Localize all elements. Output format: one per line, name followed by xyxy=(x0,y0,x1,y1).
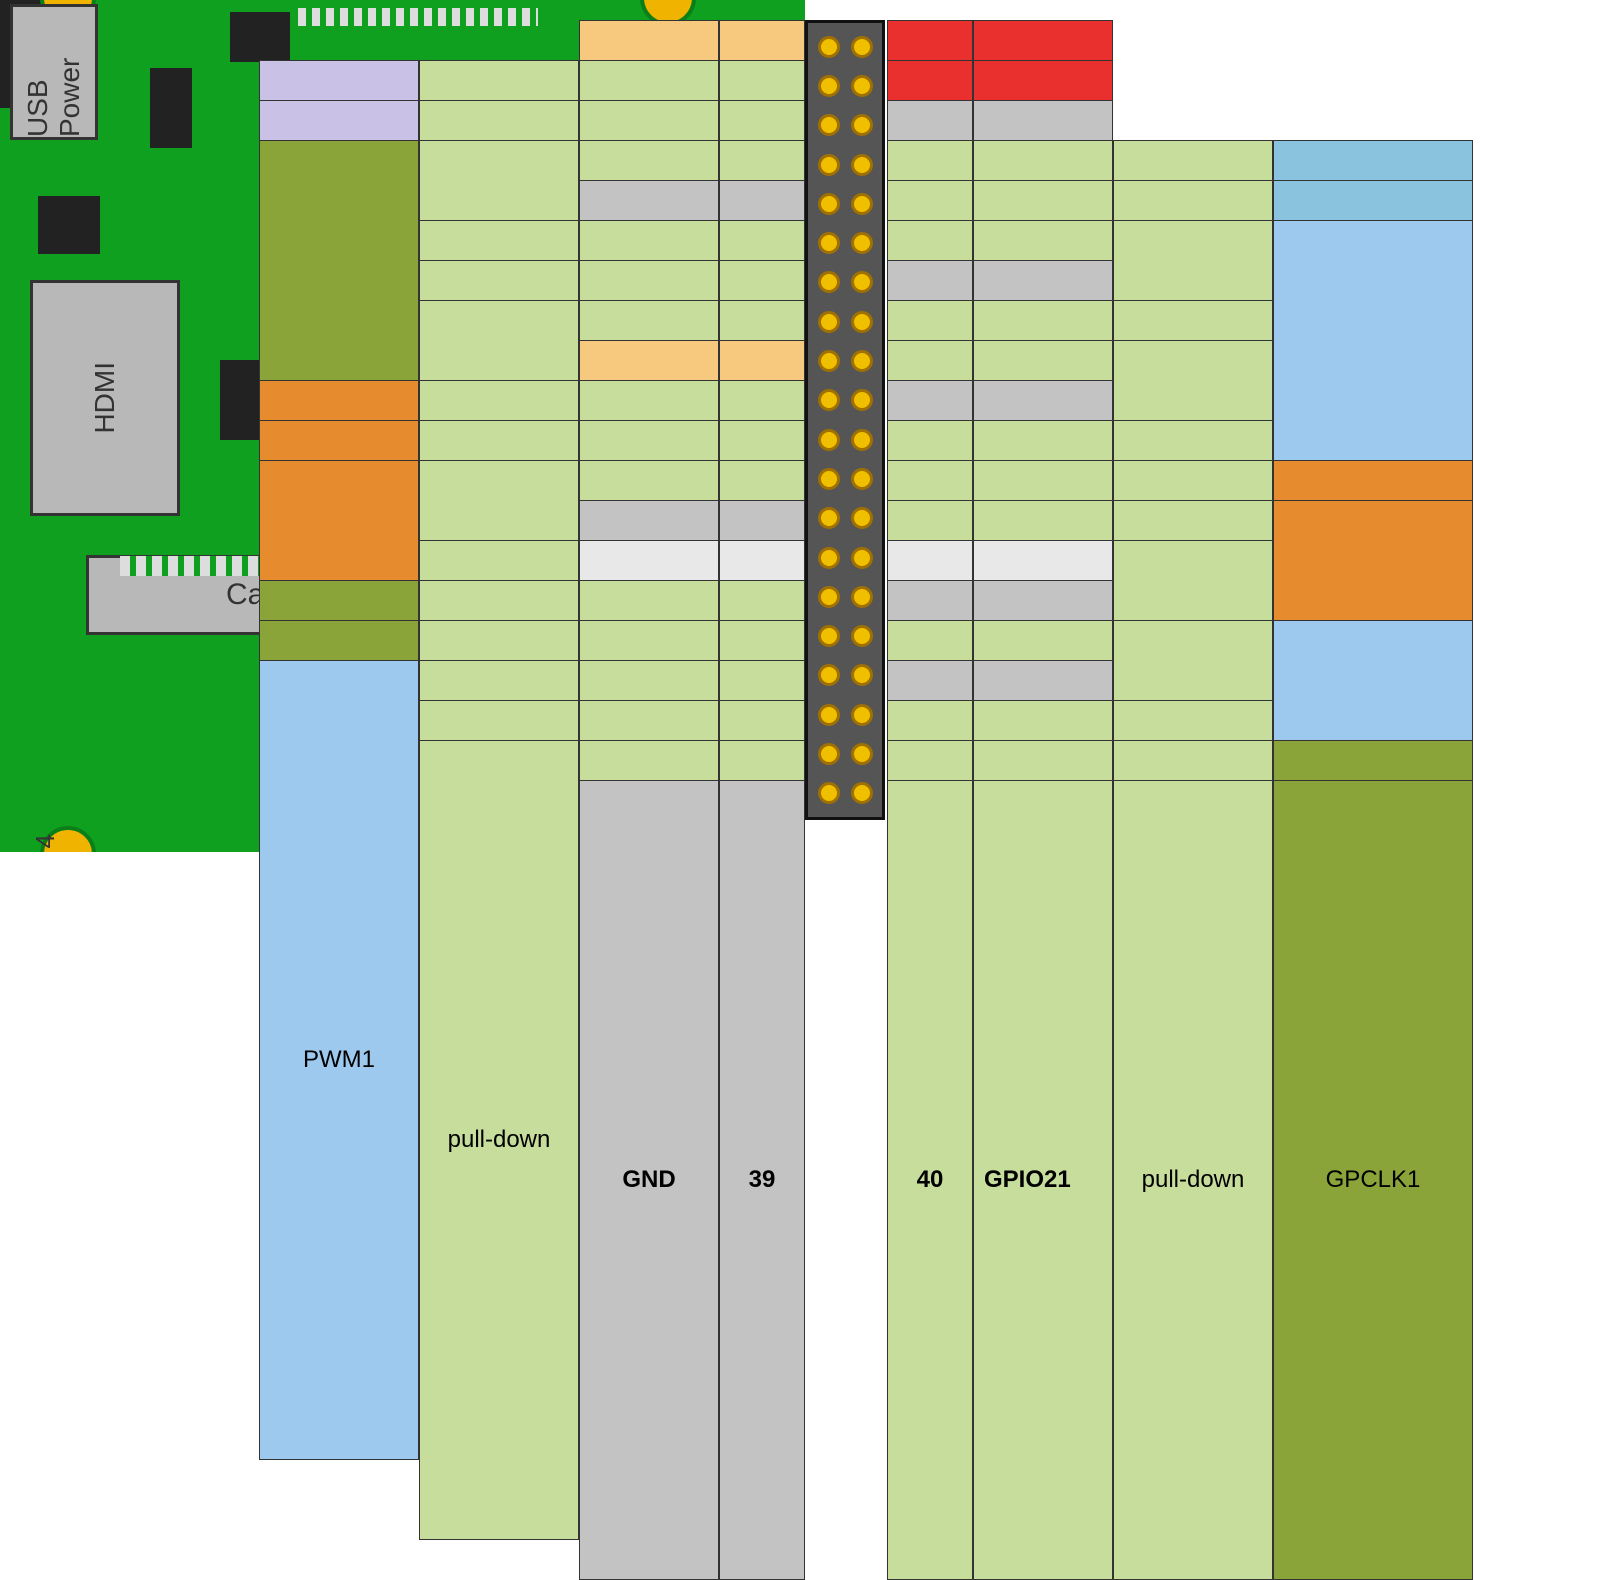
pin-right-pull: pull-down xyxy=(1113,780,1273,1580)
usb-power-port: USB Power xyxy=(10,4,98,140)
pin-right-number: 40 xyxy=(887,780,973,1580)
gpio-pinout-table: 3.3V125VI2C1 SDApull-upGPIO2345VI2C1 SCL… xyxy=(248,20,1588,820)
pin-row: pull-downGPIO171112GPIO18pull-downPWM0 xyxy=(248,220,1588,260)
pin-row: PWM1pull-downGPIO133334GND xyxy=(248,660,1588,700)
pin-row: pull-downGPIO193536GPIO16pull-down xyxy=(248,700,1588,740)
pin-row: SPI0_MOSIpull-downGPIO101920GND xyxy=(248,380,1588,420)
pin-row: I2C1 SDApull-upGPIO2345V xyxy=(248,60,1588,100)
page-number: 4 xyxy=(30,834,61,848)
pin-row: pull-downGPIO271314GND xyxy=(248,260,1588,300)
pin-right-name: GPIO21 xyxy=(973,780,1113,1580)
pin-row: 3.3V125V xyxy=(248,20,1588,60)
pin-row: GPCLK0pull-upGPIO478GPIO14pull-downTXD0 xyxy=(248,140,1588,180)
usb-power-label: USB Power xyxy=(22,7,86,137)
component-icon xyxy=(38,196,100,254)
hdmi-port: HDMI xyxy=(30,280,180,516)
pin-right-alt: GPCLK1 xyxy=(1273,780,1473,1580)
pin-row: pull-upID_SD2728ID_SCpull-up xyxy=(248,540,1588,580)
pin-row: SPI0_MISOpull-downGPIO92122GPIO25pull-do… xyxy=(248,420,1588,460)
pin-left-number: 39 xyxy=(719,780,805,1580)
pin-row: GND2526GPIO7pull-upSPI_CE1_N xyxy=(248,500,1588,540)
pin-row: I2C1 SCLpull-upGPIO356GND xyxy=(248,100,1588,140)
pin-row: GPCLK1pull-upGPIO52930GND xyxy=(248,580,1588,620)
pin-row: 3.3V1718GPIO24pull-down xyxy=(248,340,1588,380)
pin-row: GND3940GPIO21pull-downGPCLK1 xyxy=(248,780,1588,820)
pin-row: pull-downGPIO221516GPIO23pull-down xyxy=(248,300,1588,340)
pin-row: GND910GPIO15pull-downRXD0 xyxy=(248,180,1588,220)
pin-row: pull-downGPIO263738GPIO20pull-downGPCLK0 xyxy=(248,740,1588,780)
pin-row: SPI0_CLKpull-downGPIO112324GPIO8pull-upS… xyxy=(248,460,1588,500)
pin-left-name: GND xyxy=(579,780,719,1580)
capacitor-icon xyxy=(150,68,192,148)
pin-row: GPCLK2pull-upGPIO63132GPIO12pull-downPWM… xyxy=(248,620,1588,660)
hdmi-label: HDMI xyxy=(89,362,121,434)
